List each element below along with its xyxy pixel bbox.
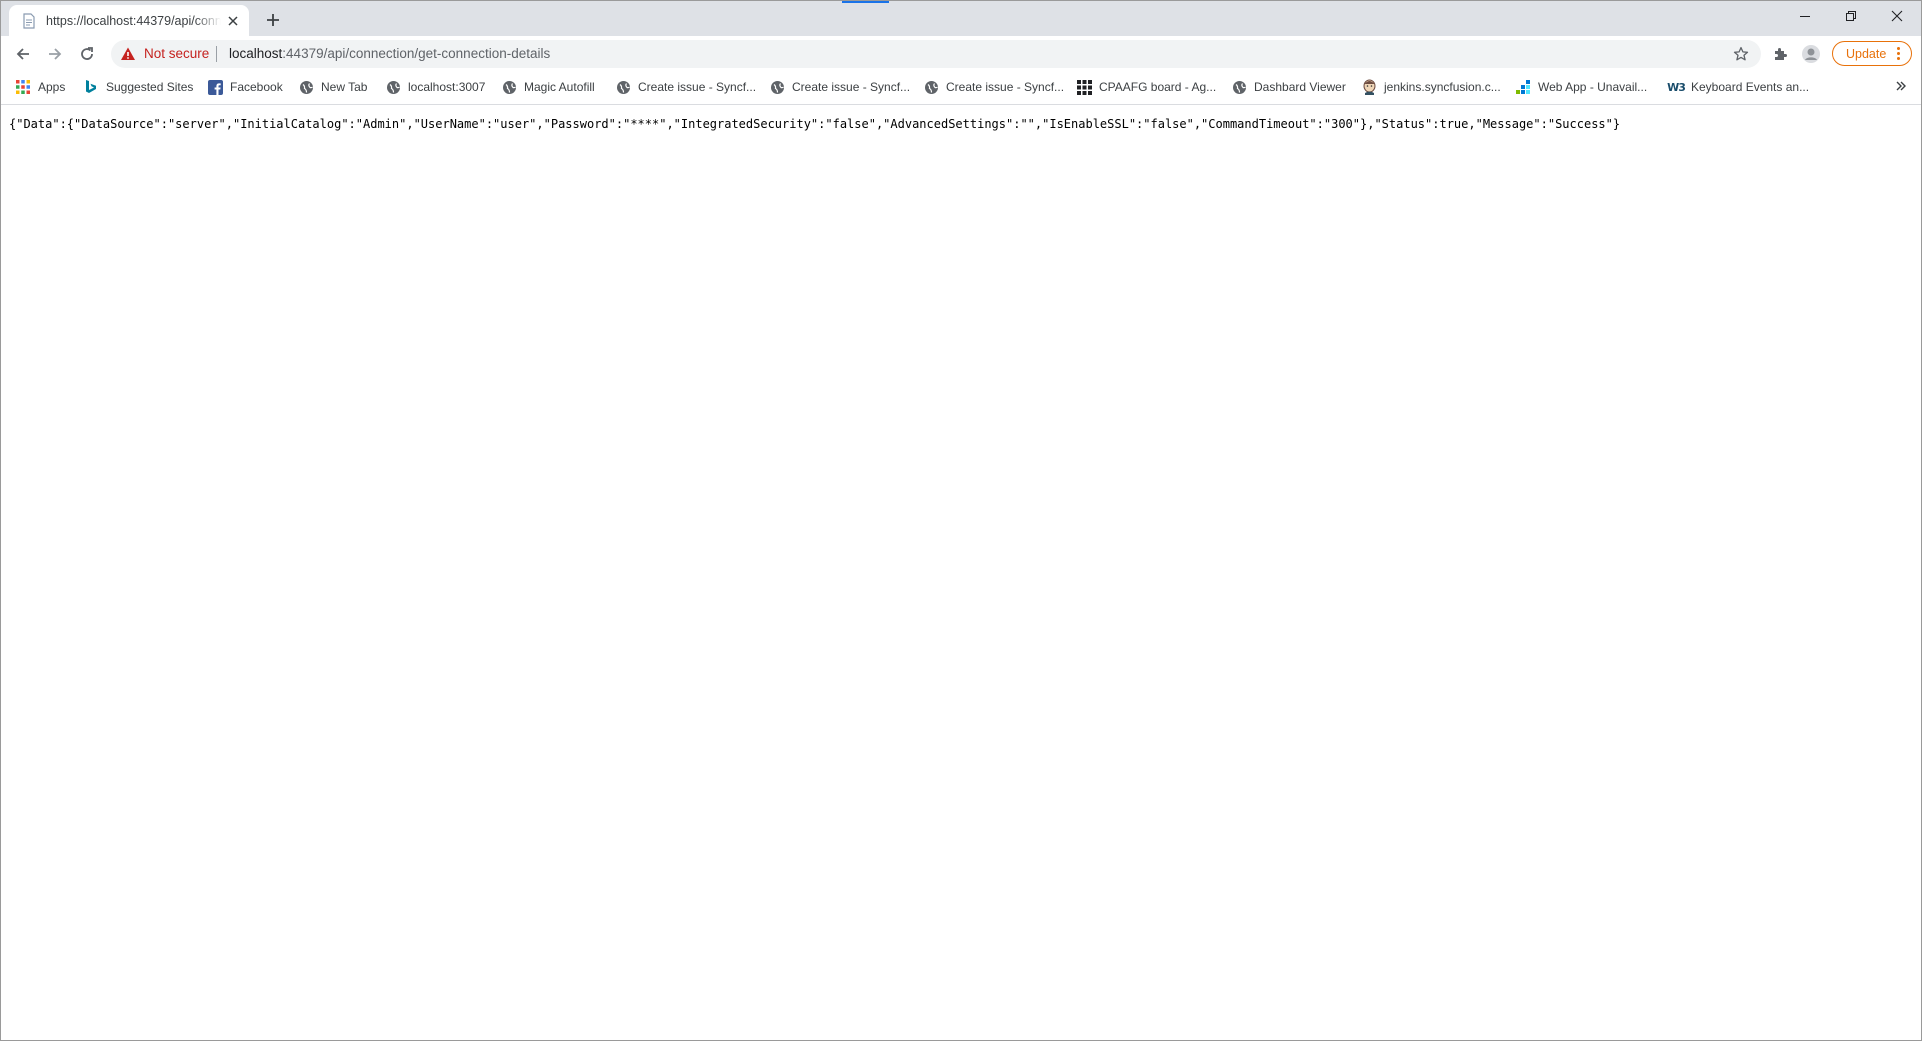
bookmark-keyboard-events[interactable]: W3 Keyboard Events an...	[1667, 76, 1810, 98]
update-button[interactable]: Update	[1832, 41, 1912, 66]
bookmark-label: jenkins.syncfusion.c...	[1384, 80, 1501, 94]
bookmark-new-tab[interactable]: New Tab	[298, 76, 367, 98]
forward-arrow-icon	[49, 48, 62, 60]
facebook-icon	[207, 79, 223, 95]
warning-icon[interactable]	[120, 46, 136, 62]
bookmark-label: localhost:3007	[408, 80, 486, 94]
bookmark-localhost-3007[interactable]: localhost:3007	[385, 76, 485, 98]
minimize-icon	[1800, 16, 1810, 17]
bookmark-facebook[interactable]: Facebook	[207, 76, 283, 98]
globe-icon	[1231, 79, 1247, 95]
bookmark-label: Facebook	[230, 80, 283, 94]
bookmark-label: Keyboard Events an...	[1691, 80, 1810, 94]
apps-grid-icon	[15, 79, 31, 95]
browser-window: https://localhost:44379/api/connection/g…	[0, 0, 1922, 1041]
w3schools-icon: W3	[1667, 80, 1686, 94]
tab-title: https://localhost:44379/api/connection/g…	[46, 13, 221, 28]
back-button[interactable]	[10, 41, 36, 67]
bookmark-create-issue-1[interactable]: Create issue - Syncf...	[615, 76, 756, 98]
globe-icon	[298, 79, 314, 95]
bookmark-label: Create issue - Syncf...	[792, 80, 911, 94]
url-host: localhost	[229, 46, 283, 61]
close-window-button[interactable]	[1874, 1, 1920, 31]
bookmark-label: Magic Autofill	[524, 80, 595, 94]
url-path: :44379/api/connection/get-connection-det…	[282, 46, 551, 61]
bookmark-label: Dashbard Viewer	[1254, 80, 1346, 94]
more-vertical-icon	[1897, 47, 1901, 60]
board-grid-icon	[1076, 79, 1092, 95]
jenkins-icon	[1361, 79, 1377, 95]
back-arrow-icon	[16, 48, 29, 60]
tab-strip: https://localhost:44379/api/connection/g…	[1, 1, 1921, 36]
page-content: {"Data":{"DataSource":"server","InitialC…	[1, 105, 1921, 1040]
new-tab-button[interactable]	[261, 8, 285, 32]
bookmark-dashbard-viewer[interactable]: Dashbard Viewer	[1231, 76, 1346, 98]
reload-icon	[81, 47, 93, 60]
minimize-button[interactable]	[1782, 1, 1828, 31]
security-status[interactable]: Not secure	[144, 46, 209, 61]
chevron-double-right-icon[interactable]	[1893, 78, 1909, 94]
globe-icon	[615, 79, 631, 95]
bookmark-create-issue-2[interactable]: Create issue - Syncf...	[769, 76, 910, 98]
restore-button[interactable]	[1828, 1, 1874, 31]
bookmark-suggested-sites[interactable]: Suggested Sites	[83, 76, 193, 98]
globe-icon	[769, 79, 785, 95]
restore-icon	[1846, 11, 1856, 21]
extensions-button[interactable]	[1767, 41, 1793, 67]
webapp-icon	[1515, 79, 1531, 95]
globe-icon	[385, 79, 401, 95]
forward-button[interactable]	[42, 41, 68, 67]
bookmark-label: Web App - Unavail...	[1538, 80, 1648, 94]
bing-icon	[83, 79, 99, 95]
bookmark-create-issue-3[interactable]: Create issue - Syncf...	[923, 76, 1064, 98]
bookmark-magic-autofill[interactable]: Magic Autofill	[501, 76, 595, 98]
bookmark-label: Create issue - Syncf...	[946, 80, 1065, 94]
divider	[216, 46, 217, 62]
toolbar: Not secure localhost:44379/api/connectio…	[1, 36, 1921, 71]
close-window-icon	[1891, 10, 1903, 22]
globe-icon	[501, 79, 517, 95]
bookmarks-bar: Apps Suggested Sites Facebook New Tab lo…	[1, 71, 1921, 105]
tab-active[interactable]: https://localhost:44379/api/connection/g…	[9, 5, 249, 36]
json-response: {"Data":{"DataSource":"server","InitialC…	[9, 117, 1621, 131]
bookmark-jenkins[interactable]: jenkins.syncfusion.c...	[1361, 76, 1501, 98]
plus-icon	[267, 14, 279, 26]
update-label: Update	[1846, 46, 1887, 61]
bookmark-label: Apps	[38, 80, 66, 94]
profile-button[interactable]	[1798, 41, 1824, 67]
loading-indicator	[842, 1, 889, 3]
bookmark-label: Suggested Sites	[106, 80, 194, 94]
bookmark-apps[interactable]: Apps	[15, 76, 65, 98]
close-icon[interactable]	[225, 13, 241, 29]
puzzle-icon	[1775, 48, 1787, 60]
bookmark-label: Create issue - Syncf...	[638, 80, 757, 94]
document-icon	[21, 12, 37, 29]
bookmark-label: CPAAFG board - Ag...	[1099, 80, 1217, 94]
bookmark-cpaafg-board[interactable]: CPAAFG board - Ag...	[1076, 76, 1216, 98]
globe-icon	[923, 79, 939, 95]
bookmark-web-app[interactable]: Web App - Unavail...	[1515, 76, 1647, 98]
bookmark-label: New Tab	[321, 80, 368, 94]
avatar-icon	[1802, 45, 1820, 63]
bookmark-star-icon[interactable]	[1731, 44, 1751, 64]
reload-button[interactable]	[74, 41, 100, 67]
address-bar[interactable]: Not secure localhost:44379/api/connectio…	[111, 40, 1761, 68]
url-text[interactable]: localhost:44379/api/connection/get-conne…	[229, 46, 550, 61]
